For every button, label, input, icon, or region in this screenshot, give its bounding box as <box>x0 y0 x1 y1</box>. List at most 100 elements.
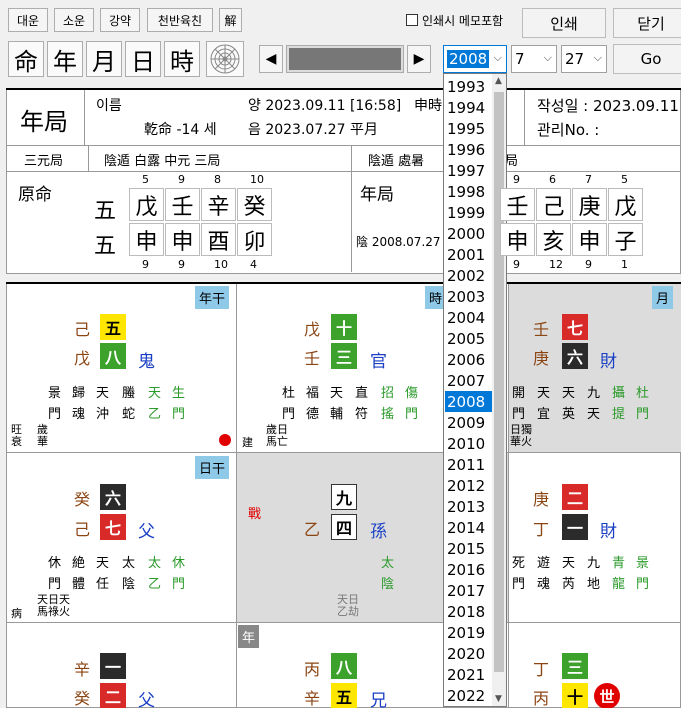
pillar-day-button[interactable]: 日 <box>125 41 161 77</box>
memo-checkbox-label: 인쇄시 메모포함 <box>422 14 504 28</box>
pillar-bottom-number: 9 <box>585 258 592 271</box>
year-option[interactable]: 2007 <box>445 370 493 391</box>
pillar-top-number: 10 <box>250 173 264 186</box>
god-label: 直符 <box>355 386 369 422</box>
shensha-label: 天日天 馬祿火 <box>37 593 70 618</box>
soun-button[interactable]: 소운 <box>54 8 94 32</box>
year-option[interactable]: 2022 <box>445 685 493 706</box>
pillar-stem: 辛 <box>201 188 236 221</box>
year-dropdown-list[interactable]: 1993 1994 1995 1996 1997 1998 1999 2000 2001 2002… <box>443 73 507 707</box>
day-select[interactable]: 27 ⌵ <box>561 45 607 73</box>
pillar-bottom-number: 9 <box>513 258 520 271</box>
earth-stem: 癸 <box>74 689 91 708</box>
year-option[interactable]: 2019 <box>445 622 493 643</box>
year-list-scroll-thumb[interactable] <box>494 92 504 672</box>
memo-checkbox[interactable] <box>406 14 418 26</box>
year-option[interactable]: 2010 <box>445 433 493 454</box>
palace-tag: 年 <box>238 625 260 648</box>
year-select-value: 2008 <box>447 50 490 68</box>
relation-label: 財 <box>600 522 617 542</box>
heaven-number: 三 <box>562 653 588 679</box>
year-option[interactable]: 2020 <box>445 643 493 664</box>
heaven-stem: 辛 <box>74 660 91 679</box>
pillar-stem: 庚 <box>572 188 607 221</box>
pillar-month-button[interactable]: 月 <box>86 41 122 77</box>
year-option[interactable]: 2018 <box>445 601 493 622</box>
year-option[interactable]: 2001 <box>445 244 493 265</box>
earth-stem: 丙 <box>533 689 550 708</box>
door-bottom: 景門 <box>636 556 650 592</box>
pillar-year-button[interactable]: 年 <box>47 41 83 77</box>
heaven-number: 六 <box>100 484 126 510</box>
chevron-down-icon[interactable]: ▼ <box>495 694 502 704</box>
shensha-label: 天日 乙劫 <box>337 593 359 618</box>
heaven-number: 七 <box>562 314 588 340</box>
year-option[interactable]: 1996 <box>445 139 493 160</box>
origin-label: 原命 <box>18 185 52 205</box>
year-option[interactable]: 2017 <box>445 580 493 601</box>
year-option[interactable]: 1997 <box>445 160 493 181</box>
year-option[interactable]: 1999 <box>445 202 493 223</box>
relation-label: 父 <box>138 691 155 708</box>
year-option[interactable]: 2011 <box>445 454 493 475</box>
day-select-value: 27 <box>565 50 585 68</box>
year-option[interactable]: 2002 <box>445 265 493 286</box>
year-option[interactable]: 2014 <box>445 517 493 538</box>
year-option[interactable]: 2004 <box>445 307 493 328</box>
relation-label: 孫 <box>370 522 387 542</box>
year-option[interactable]: 2000 <box>445 223 493 244</box>
state-label: 天宜 <box>537 386 551 422</box>
scroll-left-button[interactable]: ◀ <box>259 45 283 73</box>
origin-left-bottom: 五 <box>94 234 117 259</box>
year-option[interactable]: 2015 <box>445 538 493 559</box>
pillar-hour-button[interactable]: 時 <box>164 41 200 77</box>
pillar-bottom-number: 10 <box>214 258 228 271</box>
year-option[interactable]: 2021 <box>445 664 493 685</box>
earth-stem: 戊 <box>74 349 91 368</box>
scroll-right-button[interactable]: ▶ <box>407 45 431 73</box>
year-option[interactable]: 2003 <box>445 286 493 307</box>
pillar-stem: 戊 <box>608 188 643 221</box>
year-option[interactable]: 2013 <box>445 496 493 517</box>
taiyi-label: 招搖 <box>381 386 395 422</box>
year-option[interactable]: 1994 <box>445 97 493 118</box>
relation-label: 官 <box>370 352 387 372</box>
star-label: 天芮 <box>562 556 576 592</box>
year-select[interactable]: 2008 ⌵ <box>443 45 507 73</box>
year-option[interactable]: 2016 <box>445 559 493 580</box>
scroll-thumb[interactable] <box>289 48 401 70</box>
year-option[interactable]: 2012 <box>445 475 493 496</box>
radar-icon[interactable] <box>206 41 244 77</box>
pillar-top-number: 6 <box>549 173 556 186</box>
heaven-stem: 丁 <box>533 660 550 679</box>
year-option[interactable]: 1993 <box>445 76 493 97</box>
year-option[interactable]: 1995 <box>445 118 493 139</box>
pillar-life-button[interactable]: 命 <box>8 41 44 77</box>
year-list-scrollbar[interactable]: ▲ ▼ <box>492 74 506 706</box>
strength-button[interactable]: 강약 <box>100 8 140 32</box>
go-button[interactable]: Go <box>613 44 681 74</box>
scroll-track[interactable] <box>286 45 404 73</box>
heaven-stem: 癸 <box>74 490 91 509</box>
month-select[interactable]: 7 ⌵ <box>511 45 557 73</box>
year-option[interactable]: 1998 <box>445 181 493 202</box>
year-option[interactable]: 2006 <box>445 349 493 370</box>
year-option[interactable]: 2008 <box>445 391 493 412</box>
relation-label: 財 <box>600 352 617 372</box>
chevron-up-icon[interactable]: ▲ <box>495 76 502 86</box>
print-button[interactable]: 인쇄 <box>522 8 606 38</box>
relation-label: 父 <box>138 522 155 542</box>
cheonban-button[interactable]: 천반육친 <box>147 8 213 32</box>
sanyuan-value: 陰遁 白露 中元 三局 <box>104 154 221 169</box>
app-window: 대운 소운 강약 천반육친 解 인쇄시 메모포함 인쇄 닫기 命 年 月 日 時… <box>0 0 681 708</box>
explain-button[interactable]: 解 <box>219 8 242 32</box>
year-option[interactable]: 2005 <box>445 328 493 349</box>
stage-label: 旺衰 <box>11 423 22 448</box>
year-option[interactable]: 2009 <box>445 412 493 433</box>
daeun-button[interactable]: 대운 <box>8 8 48 32</box>
taiyi-label: 攝提 <box>612 386 626 422</box>
door-top: 死門 <box>512 556 526 592</box>
close-button[interactable]: 닫기 <box>613 8 681 38</box>
gender-age: 乾命 -14 세 <box>144 122 217 138</box>
door-top: 景門 <box>48 386 62 422</box>
